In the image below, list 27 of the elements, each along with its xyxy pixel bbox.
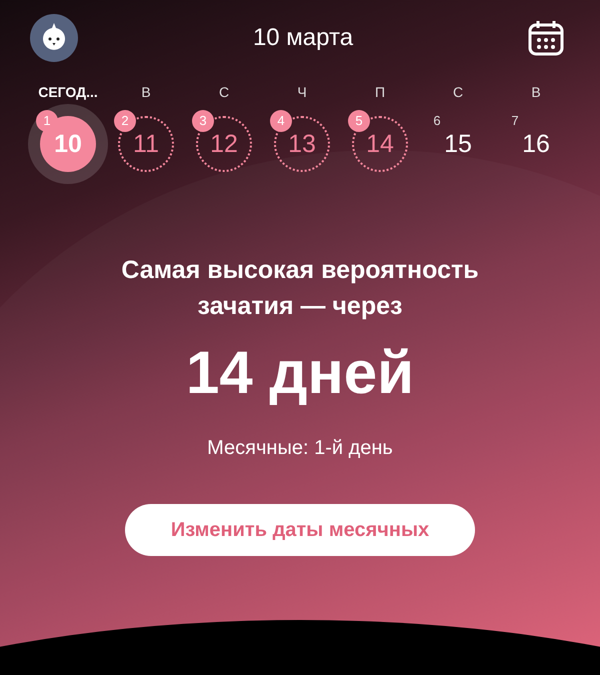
weekday-label: В (531, 84, 541, 102)
day-number[interactable]: 13 (288, 130, 316, 158)
weekday-label: П (374, 84, 386, 102)
calendar-icon[interactable] (528, 20, 564, 56)
weekday-label: С (218, 84, 230, 102)
cycle-day-badge: 3 (192, 110, 214, 132)
edit-period-button[interactable]: Изменить даты месячных (125, 504, 475, 556)
cycle-day-badge: 4 (270, 110, 292, 132)
weekday-label: Ч (297, 84, 307, 102)
countdown: 14 дней (186, 338, 414, 407)
cycle-day-number: 6 (432, 112, 442, 130)
bird-avatar-icon[interactable] (30, 14, 78, 62)
weekday-label: В (141, 84, 151, 102)
cycle-day-badge: 1 (36, 110, 58, 132)
headline: Самая высокая вероятность зачатия — через (120, 255, 480, 322)
day-number[interactable]: 11 (133, 130, 159, 158)
period-status: Месячные: 1-й день (207, 437, 393, 460)
day-number[interactable]: 14 (366, 130, 394, 158)
cycle-day-badge: 2 (114, 110, 136, 132)
date-title: 10 марта (252, 24, 354, 52)
cycle-day-badge: 5 (348, 110, 370, 132)
weekday-label: СЕГОД... (38, 84, 98, 102)
cycle-day-number: 7 (510, 112, 520, 130)
day-number[interactable]: 15 (444, 130, 472, 158)
day-number[interactable]: 16 (522, 130, 550, 158)
weekday-label: С (452, 84, 464, 102)
day-number[interactable]: 12 (210, 130, 238, 158)
